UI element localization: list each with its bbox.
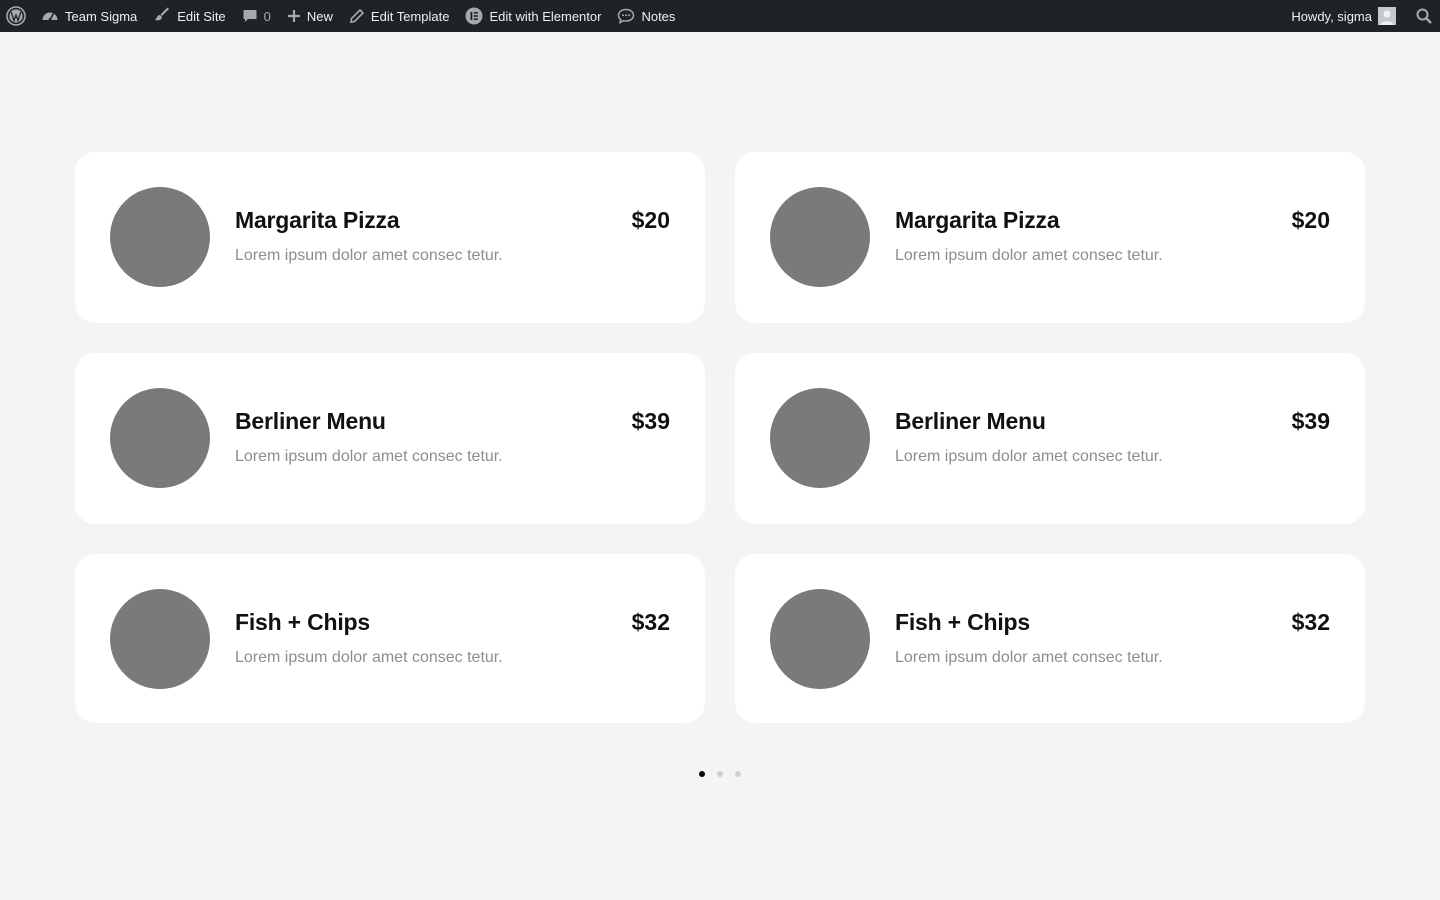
wordpress-logo-icon: [6, 6, 26, 26]
comments-link[interactable]: 0: [234, 0, 279, 32]
menu-card: Margarita Pizza $20 Lorem ipsum dolor am…: [735, 152, 1365, 323]
menu-item-price: $39: [1291, 408, 1330, 434]
menu-item-image: [110, 187, 210, 287]
menu-item-description: Lorem ipsum dolor amet consec tetur.: [235, 649, 503, 666]
admin-bar-left: Team Sigma Edit Site 0 New Edit Template…: [0, 0, 683, 32]
pencil-icon: [349, 8, 365, 24]
elementor-icon: [465, 7, 483, 25]
menu-card: Berliner Menu $39 Lorem ipsum dolor amet…: [75, 353, 705, 524]
menu-item-description: Lorem ipsum dolor amet consec tetur.: [895, 247, 1163, 264]
admin-bar-right: Howdy, sigma: [1283, 0, 1440, 32]
menu-card: Fish + Chips $32 Lorem ipsum dolor amet …: [75, 554, 705, 723]
menu-item-description: Lorem ipsum dolor amet consec tetur.: [895, 448, 1163, 465]
howdy-label: Howdy, sigma: [1291, 8, 1372, 24]
menu-item-image: [110, 589, 210, 689]
site-name-label: Team Sigma: [65, 8, 138, 24]
menu-item-price: $32: [631, 609, 670, 635]
menu-item-price: $20: [1291, 207, 1330, 233]
new-label: New: [306, 8, 333, 24]
menu-item-description: Lorem ipsum dolor amet consec tetur.: [235, 247, 503, 264]
menu-item-name: Berliner Menu: [895, 408, 1046, 434]
edit-template-label: Edit Template: [370, 8, 450, 24]
menu-item-description: Lorem ipsum dolor amet consec tetur.: [235, 448, 503, 465]
avatar-icon: [1378, 7, 1396, 25]
admin-bar: Team Sigma Edit Site 0 New Edit Template…: [0, 0, 1440, 32]
notes-bubble-icon: [617, 7, 635, 25]
menu-item-price: $20: [631, 207, 670, 233]
menu-item-image: [770, 388, 870, 488]
pagination-dot-2[interactable]: [717, 771, 723, 777]
admin-bar-search[interactable]: [1402, 0, 1440, 32]
menu-item-name: Margarita Pizza: [235, 207, 400, 233]
menu-item-image: [770, 187, 870, 287]
menu-card: Fish + Chips $32 Lorem ipsum dolor amet …: [735, 554, 1365, 723]
edit-site-label: Edit Site: [177, 8, 226, 24]
comment-icon: [242, 8, 258, 24]
menu-item-name: Fish + Chips: [895, 609, 1030, 635]
menu-item-name: Margarita Pizza: [895, 207, 1060, 233]
menu-item-image: [770, 589, 870, 689]
menu-card: Margarita Pizza $20 Lorem ipsum dolor am…: [75, 152, 705, 323]
edit-site-link[interactable]: Edit Site: [145, 0, 233, 32]
site-name-link[interactable]: Team Sigma: [33, 0, 145, 32]
menu-item-price: $32: [1291, 609, 1330, 635]
search-icon: [1416, 8, 1432, 24]
notes-label: Notes: [641, 8, 676, 24]
menu-grid: Margarita Pizza $20 Lorem ipsum dolor am…: [75, 152, 1365, 723]
dashboard-icon: [41, 7, 59, 25]
pagination-dot-3[interactable]: [735, 771, 741, 777]
menu-item-price: $39: [631, 408, 670, 434]
paintbrush-icon: [153, 7, 171, 25]
edit-with-elementor-link[interactable]: Edit with Elementor: [457, 0, 609, 32]
plus-icon: [287, 9, 301, 23]
menu-item-image: [110, 388, 210, 488]
notes-link[interactable]: Notes: [609, 0, 683, 32]
menu-item-name: Fish + Chips: [235, 609, 370, 635]
menu-item-description: Lorem ipsum dolor amet consec tetur.: [895, 649, 1163, 666]
edit-template-link[interactable]: Edit Template: [341, 0, 458, 32]
carousel-pagination: [0, 771, 1440, 777]
pagination-dot-1[interactable]: [699, 771, 705, 777]
wordpress-menu[interactable]: [0, 0, 33, 32]
menu-card: Berliner Menu $39 Lorem ipsum dolor amet…: [735, 353, 1365, 524]
new-content-link[interactable]: New: [279, 0, 341, 32]
account-menu[interactable]: Howdy, sigma: [1283, 0, 1402, 32]
comments-count: 0: [263, 8, 271, 24]
edit-with-elementor-label: Edit with Elementor: [489, 8, 602, 24]
menu-item-name: Berliner Menu: [235, 408, 386, 434]
